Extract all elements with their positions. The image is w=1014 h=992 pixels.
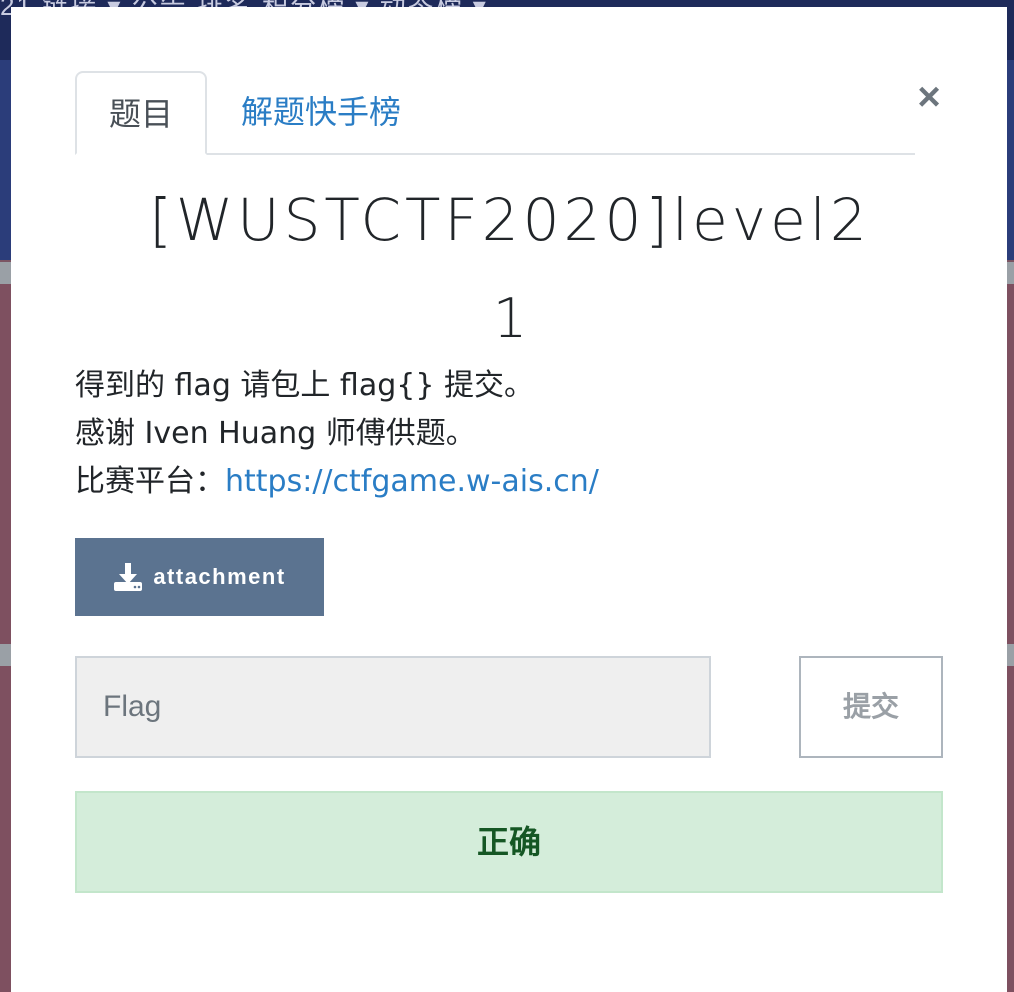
result-alert: 正确 [75, 791, 943, 893]
close-button[interactable]: × [913, 77, 945, 117]
tab-challenge[interactable]: 题目 [75, 71, 207, 155]
description-line: 感谢 Iven Huang 师傅供题。 [75, 416, 476, 451]
challenge-points: 1 [492, 287, 528, 350]
platform-label: 比赛平台： [75, 464, 225, 499]
description-line-platform: 比赛平台：https://ctfgame.w-ais.cn/ [75, 458, 935, 506]
challenge-title: [WUSTCTF2020]level2 [149, 186, 871, 254]
modal-tabs: 题目 解题快手榜 [75, 71, 915, 155]
challenge-modal: 题目 解题快手榜 × [WUSTCTF2020]level2 1 得到的 fla… [11, 7, 1007, 992]
challenge-description: 得到的 flag 请包上 flag{} 提交。 感谢 Iven Huang 师傅… [75, 362, 935, 506]
platform-link[interactable]: https://ctfgame.w-ais.cn/ [225, 464, 599, 499]
download-icon [113, 562, 143, 592]
attachment-button[interactable]: attachment [75, 538, 324, 616]
attachment-label: attachment [153, 564, 286, 589]
tab-solve-ranking[interactable]: 解题快手榜 [209, 71, 433, 153]
submit-button[interactable]: 提交 [799, 656, 943, 758]
description-line: 得到的 flag 请包上 flag{} 提交。 [75, 368, 534, 403]
flag-input[interactable] [75, 656, 711, 758]
